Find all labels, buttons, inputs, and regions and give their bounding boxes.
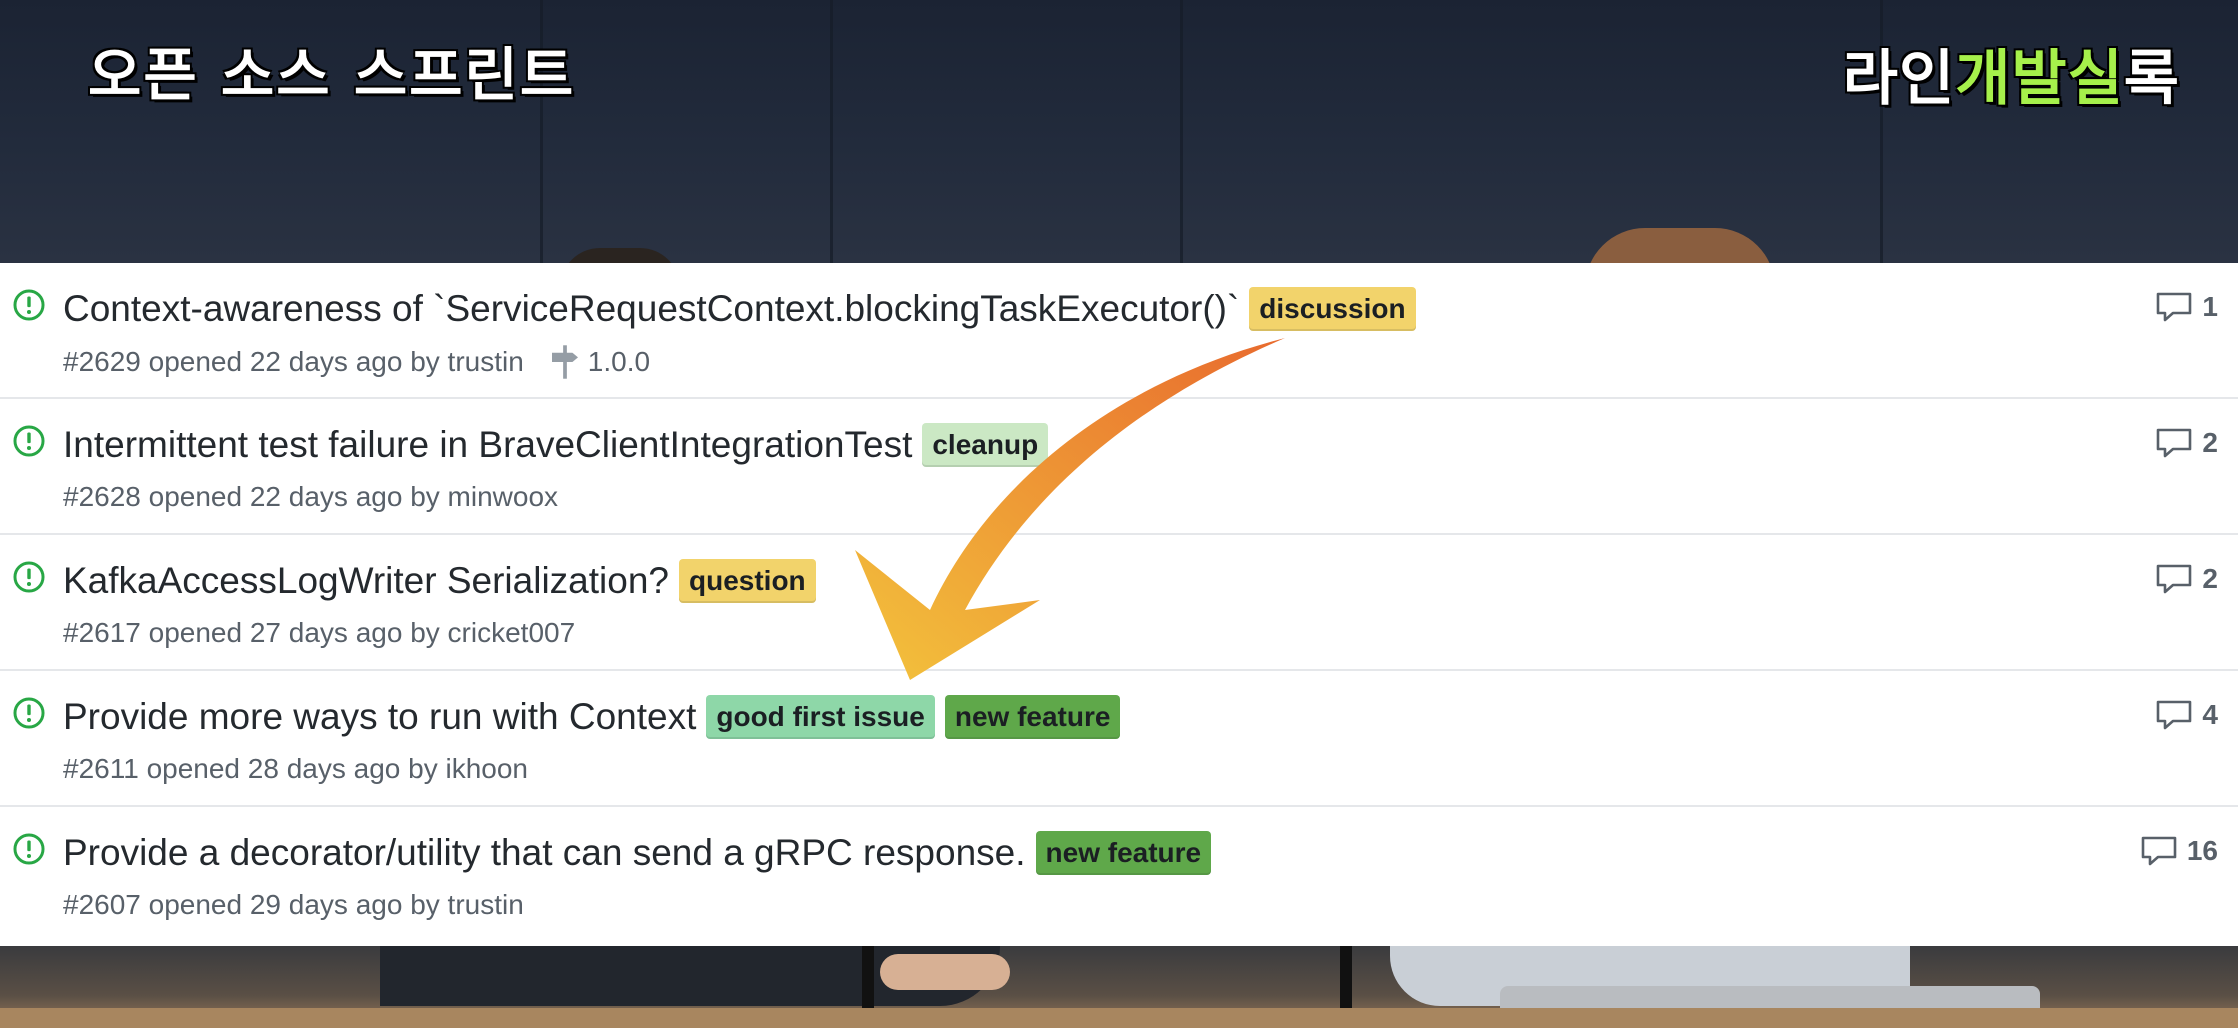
video-caption-title: 오픈 소스 스프린트 — [88, 41, 576, 109]
issue-opened-icon — [13, 833, 45, 865]
issue-opened-icon — [13, 561, 45, 593]
milestone-label: 1.0.0 — [587, 346, 651, 377]
issue-title-link[interactable]: Provide a decorator/utility that can sen… — [63, 832, 1026, 874]
comment-icon — [2157, 292, 2192, 322]
channel-logo: 라인개발실록 — [1843, 30, 2180, 117]
comments-link[interactable]: 4 — [2156, 699, 2218, 731]
person-hands — [880, 954, 1010, 990]
person-head-right — [1585, 228, 1775, 263]
issue-title-link[interactable]: Provide more ways to run with Context — [63, 696, 696, 738]
comment-count: 2 — [2202, 427, 2218, 458]
issue-row[interactable]: Context-awareness of `ServiceRequestCont… — [0, 263, 2238, 399]
comments-link[interactable]: 2 — [2156, 427, 2218, 459]
issue-meta: #2607 opened 29 days ago by trustin — [63, 889, 524, 920]
comment-count: 16 — [2186, 835, 2218, 866]
channel-logo-part-2: 개발실 — [1955, 44, 2124, 114]
label-new-feature[interactable]: new feature — [944, 695, 1121, 739]
issue-row[interactable]: KafkaAccessLogWriter Serialization? ques… — [0, 535, 2238, 671]
comments-link[interactable]: 1 — [2156, 291, 2218, 323]
comment-icon — [2157, 428, 2192, 458]
issue-opened-icon — [13, 425, 45, 457]
label-discussion[interactable]: discussion — [1249, 287, 1416, 331]
issue-list: Context-awareness of `ServiceRequestCont… — [0, 263, 2238, 946]
channel-logo-part-1: 라인 — [1842, 44, 1956, 114]
issue-title-link[interactable]: Intermittent test failure in BraveClient… — [63, 424, 912, 466]
milestone-icon — [551, 345, 578, 379]
milestone-link[interactable]: 1.0.0 — [551, 345, 651, 379]
comment-count: 1 — [2202, 291, 2218, 322]
issue-title-link[interactable]: KafkaAccessLogWriter Serialization? — [63, 560, 669, 602]
label-cleanup[interactable]: cleanup — [922, 423, 1049, 467]
issue-row[interactable]: Intermittent test failure in BraveClient… — [0, 399, 2238, 535]
issue-opened-icon — [13, 697, 45, 729]
comment-icon — [2157, 700, 2192, 730]
label-new-feature[interactable]: new feature — [1035, 831, 1212, 875]
issue-meta: #2629 opened 22 days ago by trustin — [63, 346, 524, 377]
issue-meta: #2611 opened 28 days ago by ikhoon — [63, 753, 528, 784]
desk — [0, 1008, 2238, 1028]
comment-icon — [2141, 836, 2177, 866]
label-question[interactable]: question — [678, 559, 816, 603]
comment-icon — [2157, 564, 2192, 594]
issue-meta: #2617 opened 27 days ago by cricket007 — [63, 617, 576, 648]
comments-link[interactable]: 16 — [2141, 835, 2218, 867]
issue-title-link[interactable]: Context-awareness of `ServiceRequestCont… — [63, 288, 1239, 330]
comment-count: 4 — [2202, 699, 2218, 730]
issue-opened-icon — [13, 289, 45, 321]
issue-row[interactable]: Provide a decorator/utility that can sen… — [0, 807, 2238, 946]
channel-logo-part-3: 록 — [2123, 44, 2180, 114]
label-good-first-issue[interactable]: good first issue — [706, 695, 935, 739]
video-background-bottom — [0, 946, 2238, 1028]
comment-count: 2 — [2202, 563, 2218, 594]
person-head-left — [560, 248, 680, 263]
issue-meta: #2628 opened 22 days ago by minwoox — [63, 481, 559, 512]
issue-row[interactable]: Provide more ways to run with Context go… — [0, 671, 2238, 807]
comments-link[interactable]: 2 — [2156, 563, 2218, 595]
